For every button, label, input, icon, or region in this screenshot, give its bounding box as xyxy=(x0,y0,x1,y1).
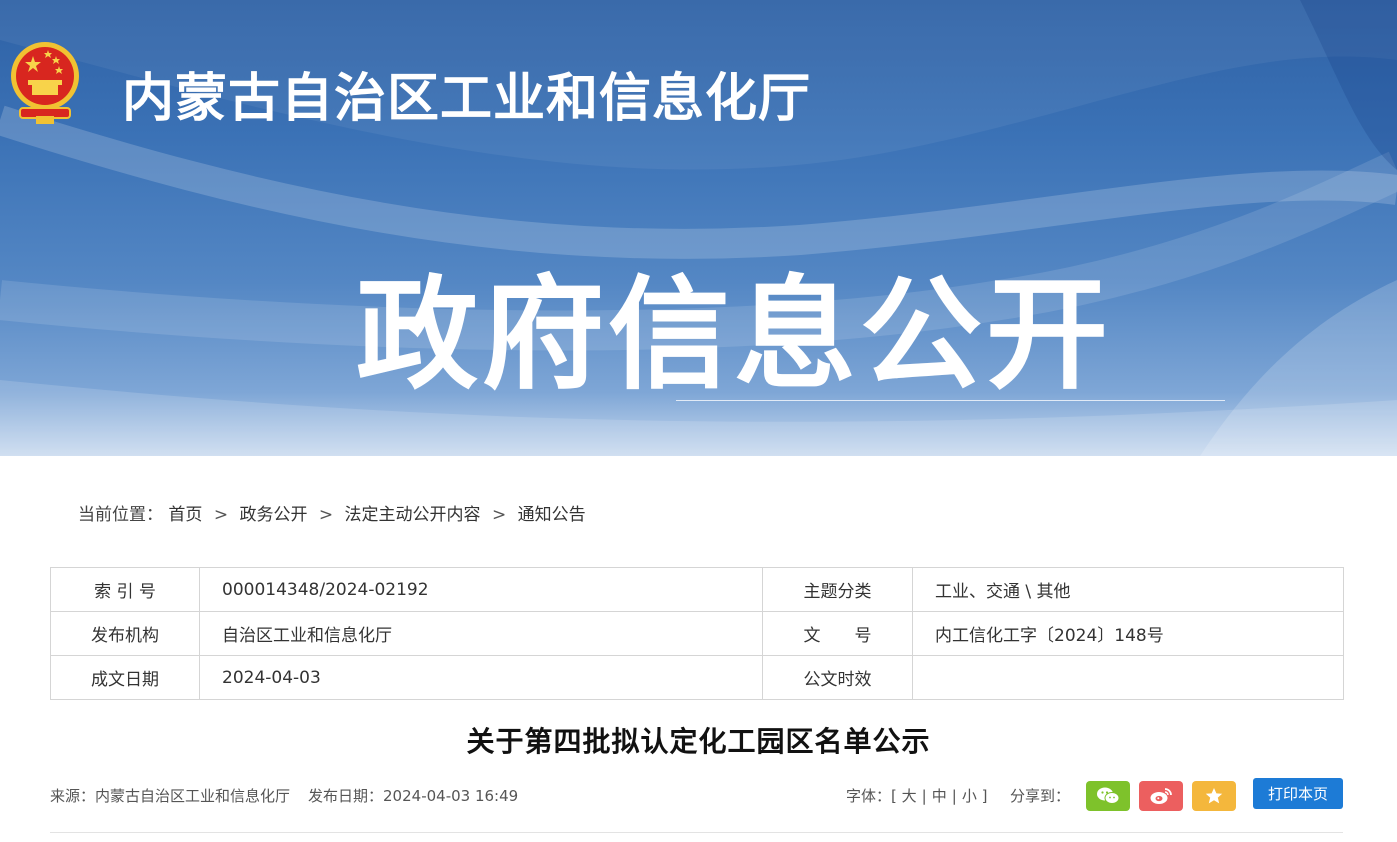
publisher-value: 自治区工业和信息化厅 xyxy=(199,611,763,656)
breadcrumb-disclosure-link[interactable]: 法定主动公开内容 xyxy=(345,500,481,525)
document-info: 来源：内蒙古自治区工业和信息化厅 发布日期：2024-04-03 16:49 xyxy=(50,785,518,806)
header-banner: 内蒙古自治区工业和信息化厅 政府信息公开 xyxy=(0,0,1397,456)
font-size-bracket-close: ] xyxy=(981,787,988,805)
publisher-label: 发布机构 xyxy=(50,611,200,656)
index-number-value: 000014348/2024-02192 xyxy=(199,567,763,612)
wechat-icon xyxy=(1097,787,1120,804)
national-emblem-icon xyxy=(6,36,84,126)
breadcrumb-separator: > xyxy=(213,505,229,525)
topic-category-value: 工业、交通 \ 其他 xyxy=(912,567,1344,612)
table-row: 发布机构 自治区工业和信息化厅 文 号 内工信化工字〔2024〕148号 xyxy=(50,611,1344,656)
breadcrumb-separator: > xyxy=(318,505,334,525)
breadcrumb-label: 当前位置： xyxy=(78,505,163,525)
font-size-control: 字体：[ 大 | 中 | 小 ] xyxy=(846,787,988,805)
document-number-label: 文 号 xyxy=(762,611,913,656)
star-icon xyxy=(1205,788,1223,804)
print-page-button[interactable]: 打印本页 xyxy=(1253,778,1343,809)
validity-value xyxy=(912,655,1344,700)
add-favorite-button[interactable] xyxy=(1192,781,1236,811)
index-number-label: 索 引 号 xyxy=(50,567,200,612)
section-title: 政府信息公开 xyxy=(356,264,1112,406)
share-label: 分享到： xyxy=(1010,787,1071,805)
breadcrumb: 当前位置： 首页 > 政务公开 > 法定主动公开内容 > 通知公告 xyxy=(78,500,586,525)
weibo-icon xyxy=(1150,788,1172,804)
breadcrumb-home-link[interactable]: 首页 xyxy=(168,500,202,525)
font-size-label: 字体： xyxy=(846,787,892,805)
font-size-bracket-open: [ xyxy=(891,787,897,805)
share-weibo-button[interactable] xyxy=(1139,781,1183,811)
font-size-medium-button[interactable]: 中 xyxy=(932,787,947,805)
document-number-value: 内工信化工字〔2024〕148号 xyxy=(912,611,1344,656)
document-title: 关于第四批拟认定化工园区名单公示 xyxy=(466,725,931,758)
breadcrumb-notices-link[interactable]: 通知公告 xyxy=(518,500,586,525)
written-date-label: 成文日期 xyxy=(50,655,200,700)
font-size-small-button[interactable]: 小 xyxy=(962,787,977,805)
content-divider xyxy=(50,832,1343,833)
document-source: 来源：内蒙古自治区工业和信息化厅 xyxy=(50,787,291,805)
banner-divider xyxy=(676,400,1225,401)
written-date-value: 2024-04-03 xyxy=(199,655,763,700)
table-row: 成文日期 2024-04-03 公文时效 xyxy=(50,655,1344,700)
breadcrumb-separator: > xyxy=(491,505,507,525)
document-publish-date: 发布日期：2024-04-03 16:49 xyxy=(308,787,519,805)
breadcrumb-gov-affairs-link[interactable]: 政务公开 xyxy=(239,500,307,525)
share-wechat-button[interactable] xyxy=(1086,781,1130,811)
table-row: 索 引 号 000014348/2024-02192 主题分类 工业、交通 \ … xyxy=(50,567,1344,612)
validity-label: 公文时效 xyxy=(762,655,913,700)
document-metadata-table: 索 引 号 000014348/2024-02192 主题分类 工业、交通 \ … xyxy=(50,567,1344,700)
topic-category-label: 主题分类 xyxy=(762,567,913,612)
font-size-large-button[interactable]: 大 xyxy=(902,787,917,805)
site-title: 内蒙古自治区工业和信息化厅 xyxy=(122,69,812,129)
